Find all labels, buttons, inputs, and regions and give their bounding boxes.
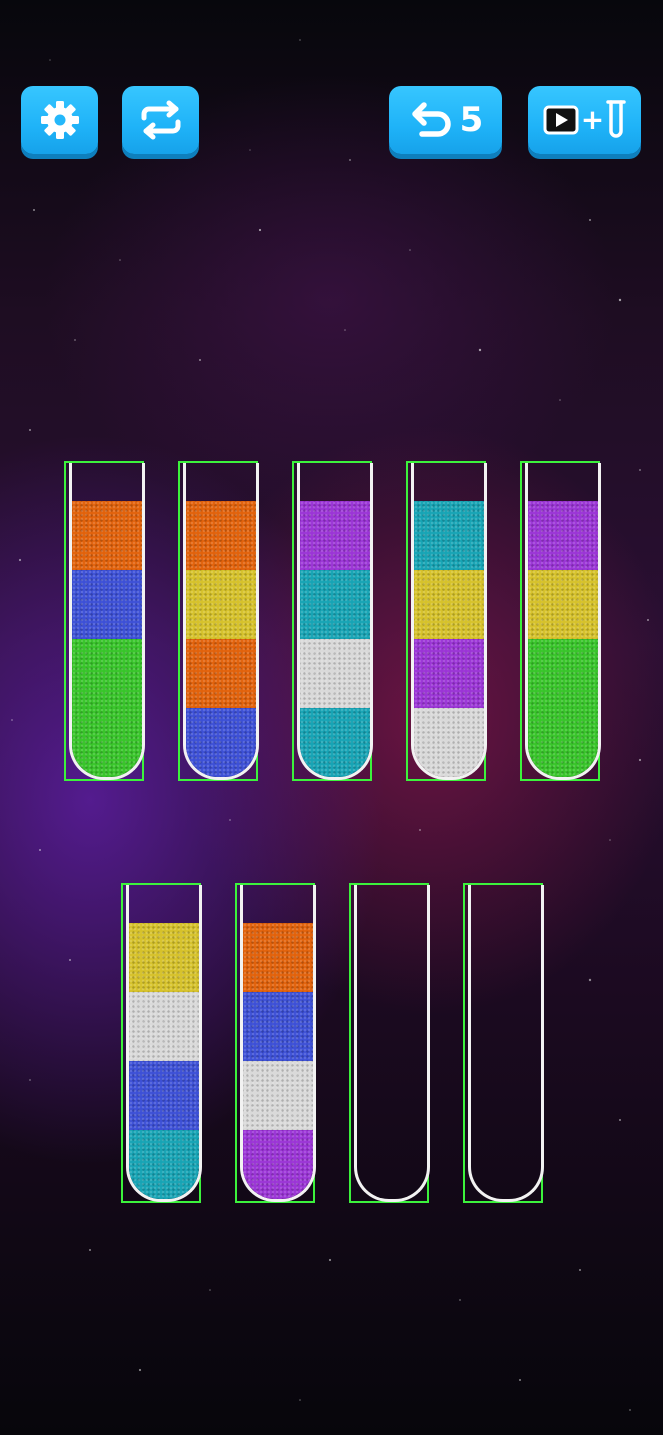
tube-glass <box>468 885 544 1202</box>
tube-glass <box>411 463 487 780</box>
tube-contents <box>528 501 598 777</box>
tube-glass <box>183 463 259 780</box>
sand-layer-green <box>72 708 142 777</box>
tube-contents <box>243 923 313 1199</box>
tube-contents <box>300 501 370 777</box>
tube-glass <box>240 885 316 1202</box>
undo-arrow-icon <box>411 102 451 137</box>
sand-layer-white <box>414 708 484 777</box>
sand-layer-white <box>300 639 370 708</box>
sand-layer-purple <box>528 501 598 570</box>
sand-layer-green <box>528 639 598 708</box>
tube-contents <box>186 501 256 777</box>
tube-6[interactable] <box>121 883 202 1203</box>
sand-layer-orange <box>243 923 313 992</box>
tube-1[interactable] <box>64 461 145 781</box>
undo-button[interactable]: 5 <box>389 86 502 154</box>
tube-glass <box>354 885 430 1202</box>
tube-3[interactable] <box>292 461 373 781</box>
sand-layer-green <box>72 639 142 708</box>
tube-2[interactable] <box>178 461 259 781</box>
tube-9[interactable] <box>463 883 544 1203</box>
tube-glass <box>297 463 373 780</box>
sand-layer-blue <box>129 1061 199 1130</box>
sand-layer-blue <box>72 570 142 639</box>
sand-layer-purple <box>300 501 370 570</box>
tube-contents <box>414 501 484 777</box>
sand-layer-yellow <box>414 570 484 639</box>
sand-layer-orange <box>186 501 256 570</box>
restart-arrows-icon <box>141 100 180 140</box>
undo-count: 5 <box>459 100 484 140</box>
sand-layer-green <box>528 708 598 777</box>
tube-glass <box>126 885 202 1202</box>
sand-layer-teal <box>414 501 484 570</box>
sand-layer-white <box>129 992 199 1061</box>
sand-layer-yellow <box>129 923 199 992</box>
sand-layer-white <box>243 1061 313 1130</box>
sand-layer-teal <box>300 570 370 639</box>
sand-layer-teal <box>300 708 370 777</box>
sand-layer-yellow <box>528 570 598 639</box>
tube-7[interactable] <box>235 883 316 1203</box>
sand-layer-orange <box>72 501 142 570</box>
tube-glass <box>69 463 145 780</box>
settings-button[interactable] <box>21 86 98 154</box>
tube-glass <box>525 463 601 780</box>
tube-contents <box>129 923 199 1199</box>
sand-layer-orange <box>186 639 256 708</box>
sand-layer-yellow <box>186 570 256 639</box>
restart-button[interactable] <box>122 86 199 154</box>
tube-8[interactable] <box>349 883 430 1203</box>
sand-layer-blue <box>186 708 256 777</box>
plus-icon: + <box>580 103 605 136</box>
gear-icon <box>40 101 79 139</box>
sand-layer-teal <box>129 1130 199 1199</box>
tube-4[interactable] <box>406 461 487 781</box>
sand-layer-blue <box>243 992 313 1061</box>
sand-layer-purple <box>243 1130 313 1199</box>
tube-contents <box>72 501 142 777</box>
test-tube-icon <box>606 100 626 138</box>
add-tube-button[interactable]: + <box>528 86 641 154</box>
tube-5[interactable] <box>520 461 601 781</box>
play-video-icon <box>543 105 579 135</box>
sand-layer-purple <box>414 639 484 708</box>
